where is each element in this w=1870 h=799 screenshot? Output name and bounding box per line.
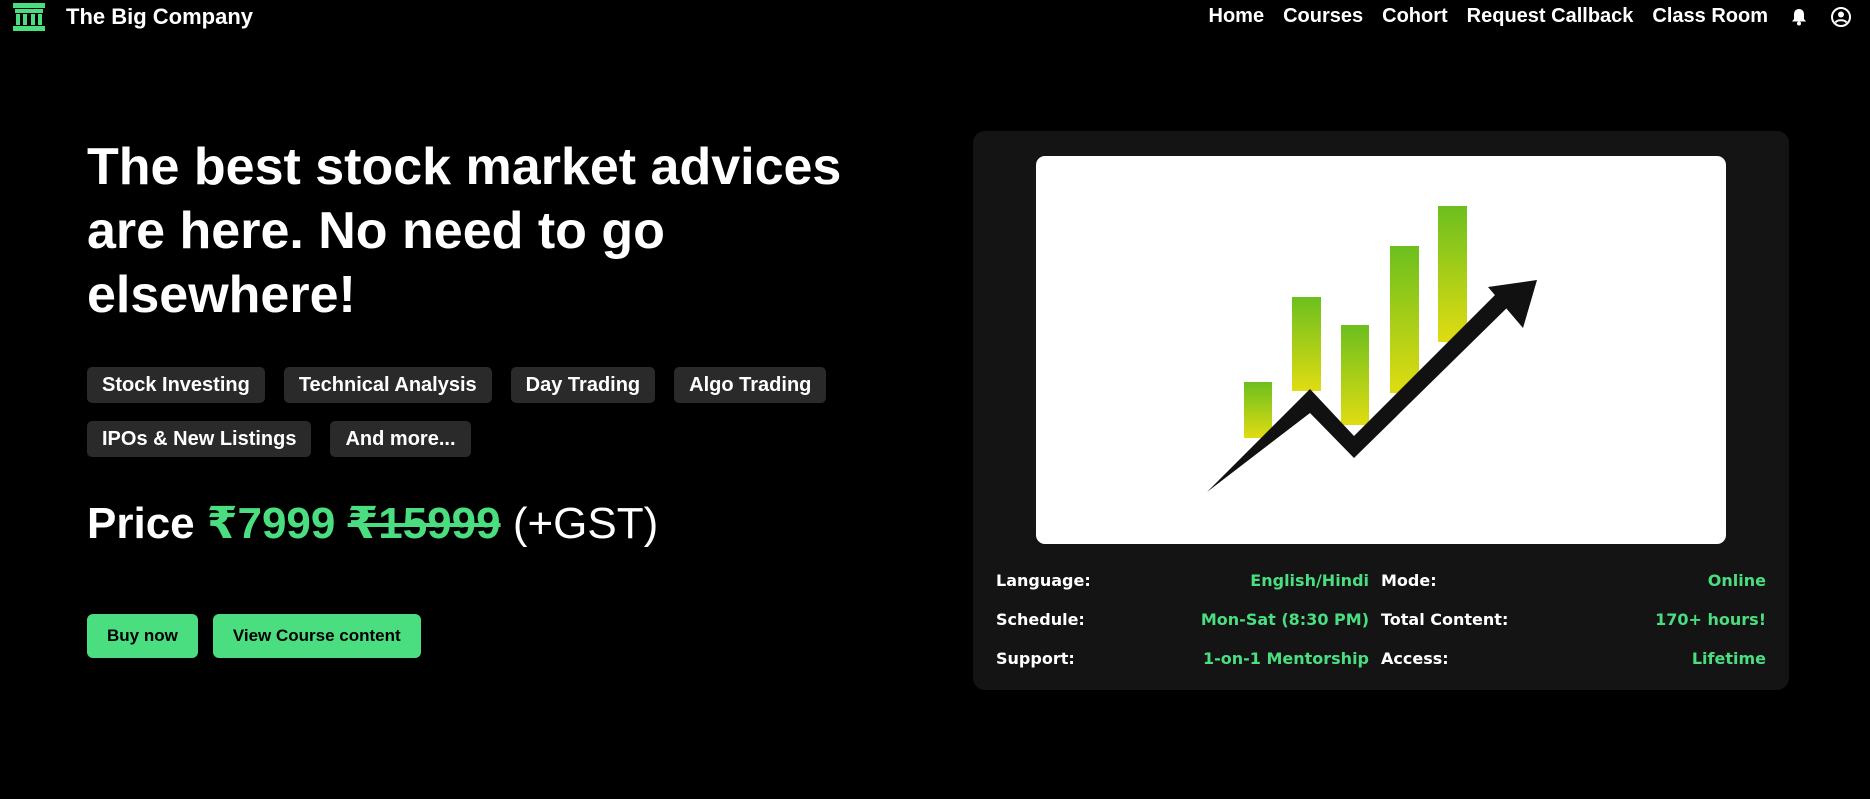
detail-value: 1-on-1 Mentorship [1202, 649, 1369, 668]
detail-label: Schedule: [996, 610, 1085, 629]
detail-label: Language: [996, 571, 1091, 590]
detail-access: Access: Lifetime [1381, 649, 1766, 668]
nav-class-room[interactable]: Class Room [1652, 5, 1768, 28]
buy-now-button[interactable]: Buy now [87, 614, 198, 658]
details-row: Support: 1-on-1 Mentorship Access: Lifet… [996, 639, 1766, 678]
growth-chart-illustration [1207, 206, 1537, 494]
detail-total-content: Total Content: 170+ hours! [1381, 610, 1766, 629]
hero-headline: The best stock market advices are here. … [87, 138, 842, 324]
nav-cohort[interactable]: Cohort [1382, 5, 1448, 28]
cta-buttons: Buy now View Course content [87, 614, 436, 658]
tag-and-more: And more... [330, 421, 471, 457]
detail-mode: Mode: Online [1381, 571, 1766, 590]
bell-icon[interactable] [1788, 6, 1810, 28]
nav-courses[interactable]: Courses [1283, 5, 1363, 28]
nav-request-callback[interactable]: Request Callback [1467, 5, 1634, 28]
nav-home[interactable]: Home [1209, 5, 1265, 28]
brand[interactable]: The Big Company [12, 3, 253, 31]
detail-value: Mon-Sat (8:30 PM) [1200, 610, 1369, 629]
tag-technical-analysis: Technical Analysis [283, 367, 492, 403]
course-details: Language: English/Hindi Mode: Online Sch… [996, 561, 1766, 678]
detail-language: Language: English/Hindi [996, 571, 1381, 590]
details-row: Schedule: Mon-Sat (8:30 PM) Total Conten… [996, 600, 1766, 639]
nav-links: Home Courses Cohort Request Callback Cla… [1190, 5, 1852, 28]
detail-value: English/Hindi [1250, 571, 1369, 590]
details-row: Language: English/Hindi Mode: Online [996, 561, 1766, 600]
tag-algo-trading: Algo Trading [674, 367, 827, 403]
view-course-content-button[interactable]: View Course content [212, 614, 421, 658]
detail-label: Total Content: [1381, 610, 1509, 629]
detail-label: Support: [996, 649, 1075, 668]
detail-support: Support: 1-on-1 Mentorship [996, 649, 1381, 668]
topic-tags: Stock Investing Technical Analysis Day T… [87, 367, 867, 475]
course-image [1036, 156, 1726, 544]
course-card: Language: English/Hindi Mode: Online Sch… [973, 131, 1789, 690]
user-circle-icon[interactable] [1830, 6, 1852, 28]
price-suffix: (+GST) [512, 499, 659, 548]
detail-value: 170+ hours! [1655, 610, 1766, 629]
tag-ipos-new-listings: IPOs & New Listings [87, 421, 312, 457]
detail-value: Online [1707, 571, 1766, 590]
tag-stock-investing: Stock Investing [87, 367, 265, 403]
price-original: ₹15999 [347, 499, 501, 548]
detail-value: Lifetime [1691, 649, 1766, 668]
tag-day-trading: Day Trading [510, 367, 656, 403]
price-label: Price [87, 499, 195, 548]
price-current: ₹7999 [206, 499, 336, 548]
bank-building-icon [13, 3, 45, 31]
brand-name: The Big Company [66, 4, 254, 29]
navbar: The Big Company Home Courses Cohort Requ… [0, 0, 1870, 36]
detail-schedule: Schedule: Mon-Sat (8:30 PM) [996, 610, 1381, 629]
price: Price ₹7999 ₹15999 (+GST) [87, 498, 658, 549]
detail-label: Access: [1381, 649, 1449, 668]
detail-label: Mode: [1381, 571, 1437, 590]
